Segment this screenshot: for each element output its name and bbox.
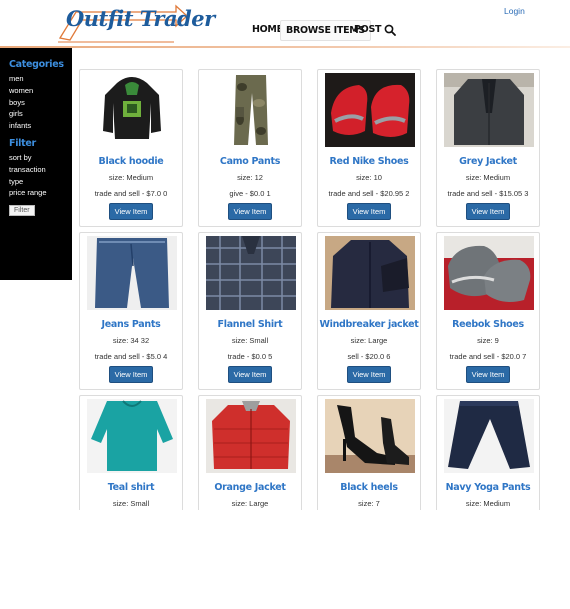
item-price: trade - $0.0 5: [227, 352, 273, 361]
item-card: Grey Jacket size: Medium trade and sell …: [436, 69, 540, 227]
category-men[interactable]: men: [9, 73, 72, 85]
item-card: Black hoodie size: Medium trade and sell…: [79, 69, 183, 227]
sidebar: Categories men women boys girls infants …: [0, 48, 72, 280]
item-title[interactable]: Grey Jacket: [437, 156, 539, 167]
item-size: size: 34 32: [112, 336, 150, 345]
camo-pants-image: [206, 73, 296, 147]
item-card: Windbreaker jacket size: Large sell - $2…: [317, 232, 421, 390]
item-title[interactable]: Teal shirt: [80, 482, 182, 493]
orange-jacket-image: [206, 399, 296, 473]
category-infants[interactable]: infants: [9, 120, 72, 132]
view-item-button[interactable]: View Item: [347, 203, 391, 220]
view-item-button[interactable]: View Item: [347, 366, 391, 383]
item-price: trade and sell - $5.0 4: [94, 352, 168, 361]
filter-heading: Filter: [9, 137, 36, 149]
filter-type[interactable]: type: [9, 176, 72, 188]
site-header: Outfit Trader HOME BROWSE ITEMS POST Log…: [0, 0, 570, 48]
item-title[interactable]: Navy Yoga Pants: [437, 482, 539, 493]
reebok-shoes-image: [444, 236, 534, 310]
login-link[interactable]: Login: [504, 6, 525, 16]
nav-home[interactable]: HOME: [252, 24, 283, 35]
view-item-button[interactable]: View Item: [228, 366, 272, 383]
item-size: size: 12: [237, 173, 263, 182]
nav-post[interactable]: POST: [354, 24, 381, 35]
filter-transaction[interactable]: transaction: [9, 164, 72, 176]
filter-sort-by[interactable]: sort by: [9, 152, 72, 164]
item-price: trade and sell - $20.95 2: [328, 189, 410, 198]
navy-yoga-pants-image: [444, 399, 534, 473]
page-bottom-blank: [0, 510, 570, 609]
item-title[interactable]: Black hoodie: [80, 156, 182, 167]
item-title[interactable]: Jeans Pants: [80, 319, 182, 330]
teal-shirt-image: [87, 399, 177, 473]
item-size: size: Large: [231, 499, 269, 508]
item-card: Camo Pants size: 12 give - $0.0 1 View I…: [198, 69, 302, 227]
item-card: Reebok Shoes size: 9 trade and sell - $2…: [436, 232, 540, 390]
black-heels-image: [325, 399, 415, 473]
black-hoodie-image: [87, 73, 177, 147]
item-size: size: Medium: [108, 173, 154, 182]
item-title[interactable]: Orange Jacket: [199, 482, 301, 493]
flannel-shirt-image: [206, 236, 296, 310]
item-title[interactable]: Flannel Shirt: [199, 319, 301, 330]
jeans-pants-image: [87, 236, 177, 310]
view-item-button[interactable]: View Item: [228, 203, 272, 220]
item-title[interactable]: Camo Pants: [199, 156, 301, 167]
view-item-button[interactable]: View Item: [109, 366, 153, 383]
grey-jacket-image: [444, 73, 534, 147]
item-price: trade and sell - $15.05 3: [447, 189, 529, 198]
item-price: trade and sell - $20.0 7: [449, 352, 527, 361]
filter-price-range[interactable]: price range: [9, 187, 72, 199]
item-card: Red Nike Shoes size: 10 trade and sell -…: [317, 69, 421, 227]
category-women[interactable]: women: [9, 85, 72, 97]
logo-text[interactable]: Outfit Trader: [66, 6, 215, 31]
item-title[interactable]: Reebok Shoes: [437, 319, 539, 330]
item-size: size: Medium: [465, 173, 511, 182]
item-size: size: 9: [477, 336, 499, 345]
item-size: size: Medium: [465, 499, 511, 508]
red-nike-shoes-image: [325, 73, 415, 147]
item-price: give - $0.0 1: [229, 189, 271, 198]
item-price: trade and sell - $7.0 0: [94, 189, 168, 198]
item-title[interactable]: Black heels: [318, 482, 420, 493]
category-girls[interactable]: girls: [9, 108, 72, 120]
item-title[interactable]: Windbreaker jacket: [318, 319, 420, 330]
windbreaker-jacket-image: [325, 236, 415, 310]
item-size: size: Large: [350, 336, 388, 345]
item-size: size: Small: [231, 336, 269, 345]
item-card: Flannel Shirt size: Small trade - $0.0 5…: [198, 232, 302, 390]
header-divider: [0, 46, 570, 48]
categories-heading: Categories: [9, 59, 64, 70]
item-size: size: 10: [356, 173, 382, 182]
view-item-button[interactable]: View Item: [109, 203, 153, 220]
item-card: Jeans Pants size: 34 32 trade and sell -…: [79, 232, 183, 390]
view-item-button[interactable]: View Item: [466, 366, 510, 383]
view-item-button[interactable]: View Item: [466, 203, 510, 220]
filter-button[interactable]: Filter: [9, 205, 35, 217]
item-price: sell - $20.0 6: [347, 352, 391, 361]
item-title[interactable]: Red Nike Shoes: [318, 156, 420, 167]
item-size: size: 7: [358, 499, 380, 508]
item-size: size: Small: [112, 499, 150, 508]
category-boys[interactable]: boys: [9, 97, 72, 109]
search-icon[interactable]: [384, 24, 396, 36]
